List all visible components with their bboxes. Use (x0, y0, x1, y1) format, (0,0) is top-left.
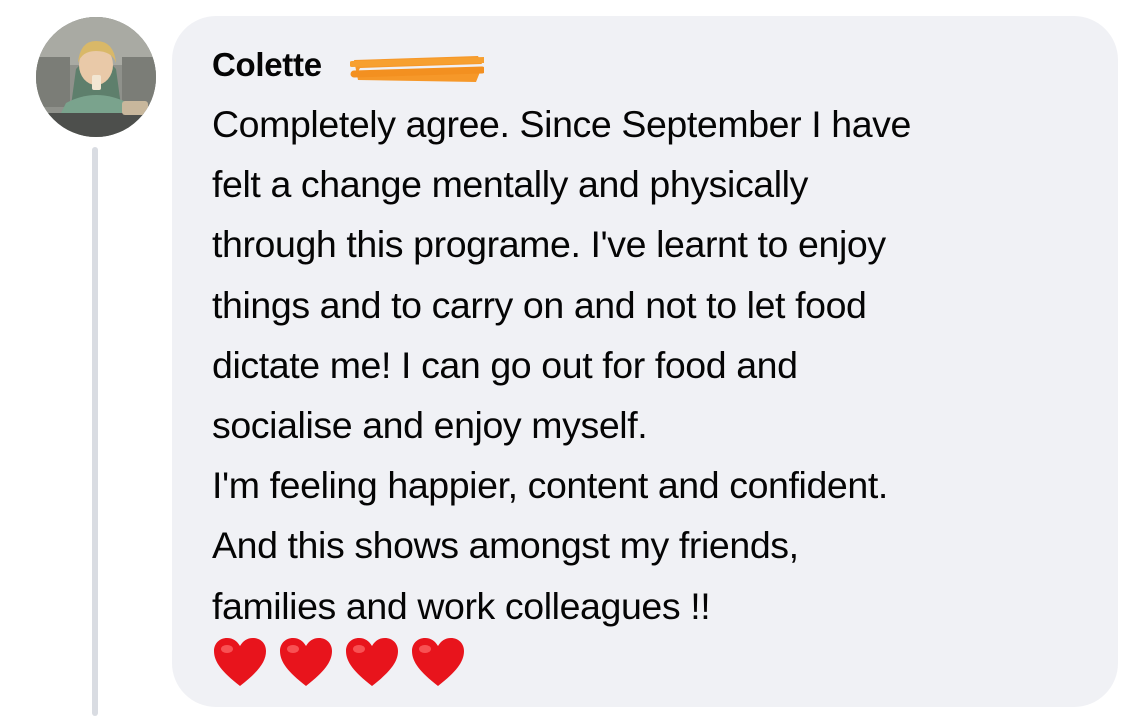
red-heart-icon (280, 638, 332, 686)
user-avatar[interactable] (36, 17, 156, 137)
comment-text-line: felt a change mentally and physically (212, 163, 808, 206)
comment-author-name[interactable]: Colette (212, 46, 322, 83)
comment-text: Completely agree. Since September I have… (212, 94, 1092, 636)
comment-text-line: things and to carry on and not to let fo… (212, 283, 867, 326)
thread-connector-line (92, 147, 98, 716)
comment-bubble[interactable]: Colette Completely agree. Since Septembe… (172, 16, 1118, 707)
avatar-photo (36, 17, 156, 137)
comment-text-line: dictate me! I can go out for food and (212, 343, 798, 386)
comment-text-line: Completely agree. Since September I have (212, 103, 911, 145)
comment-text-line: socialise and enjoy myself. (212, 404, 648, 447)
red-heart-icon (214, 638, 266, 686)
red-heart-icon (346, 638, 398, 686)
redaction-scribble (350, 56, 484, 82)
comment-text-line: through this programe. I've learnt to en… (212, 223, 886, 266)
red-heart-icon (412, 638, 464, 686)
comment-text-line: families and work colleagues !! (212, 584, 711, 627)
comment-text-line: I'm feeling happier, content and confide… (212, 464, 888, 507)
comment-author-row: Colette (212, 46, 484, 90)
comment-text-line: And this shows amongst my friends, (212, 524, 799, 567)
emoji-row (212, 636, 466, 692)
